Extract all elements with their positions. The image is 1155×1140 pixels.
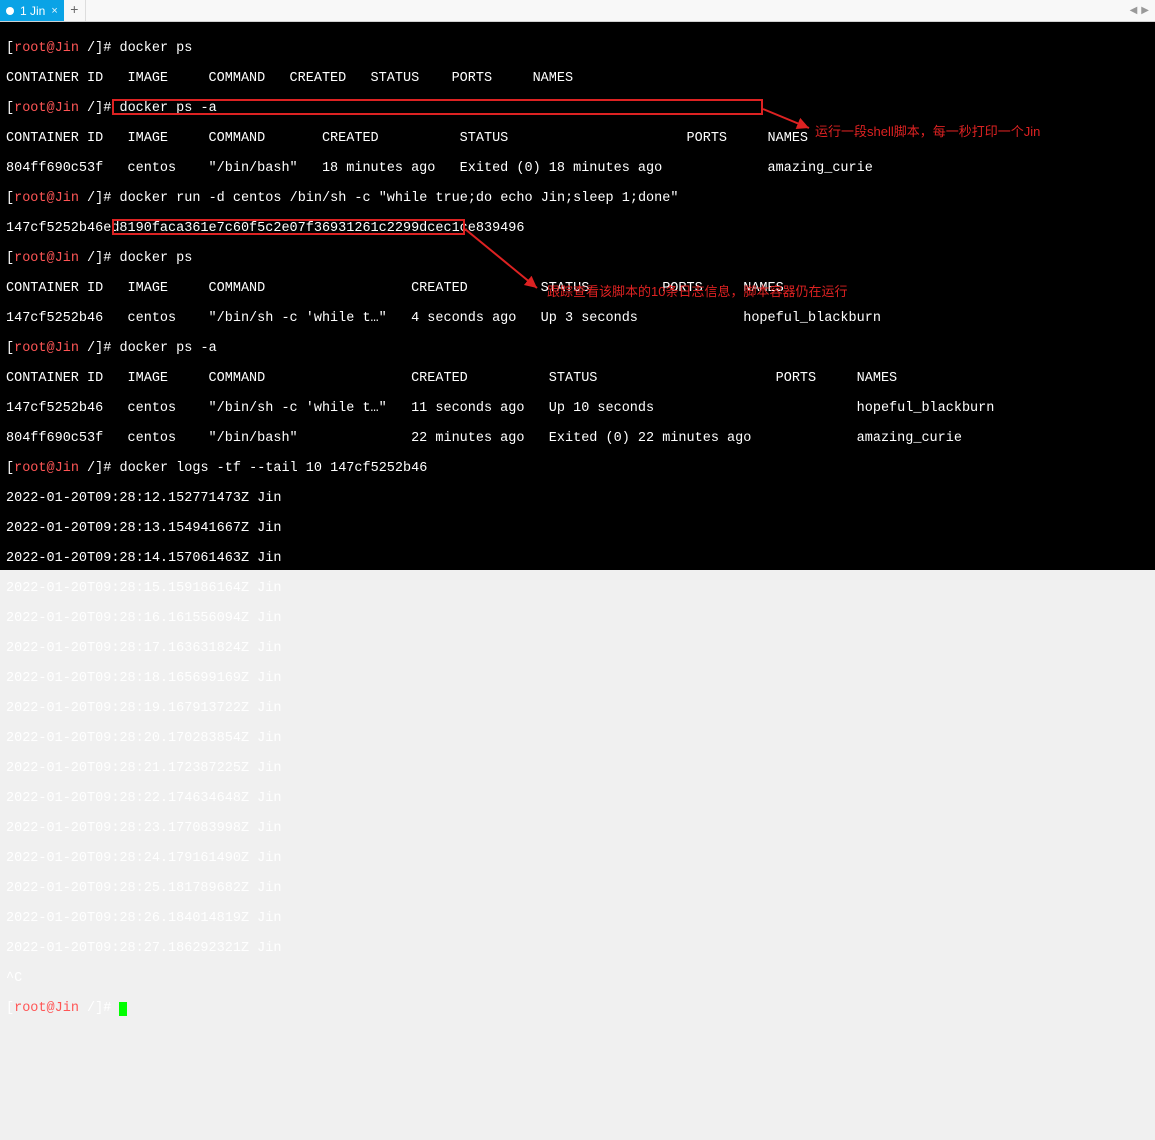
- tab-label: 1 Jin: [20, 4, 45, 18]
- psa-row: 147cf5252b46 centos "/bin/sh -c 'while t…: [6, 401, 1149, 416]
- ctrl-c: ^C: [6, 971, 1149, 986]
- prompt-line: [root@Jin /]# docker run -d centos /bin/…: [6, 191, 1149, 206]
- tab-bar: 1 Jin × + ◀ ▶: [0, 0, 1155, 22]
- psa-row: 804ff690c53f centos "/bin/bash" 18 minut…: [6, 161, 1149, 176]
- prompt-line: [root@Jin /]# docker ps: [6, 41, 1149, 56]
- run-output: 147cf5252b46ed8190faca361e7c60f5c2e07f36…: [6, 221, 1149, 236]
- tab-overflow: ◀ ▶: [1130, 0, 1155, 21]
- plus-icon: +: [70, 3, 78, 19]
- ps-row: 147cf5252b46 centos "/bin/sh -c 'while t…: [6, 311, 1149, 326]
- ps-header: CONTAINER ID IMAGE COMMAND CREATED STATU…: [6, 71, 1149, 86]
- tab-session-1[interactable]: 1 Jin ×: [0, 0, 64, 21]
- prompt-line: [root@Jin /]#: [6, 1001, 1149, 1016]
- psa-row: 804ff690c53f centos "/bin/bash" 22 minut…: [6, 431, 1149, 446]
- log-line: 2022-01-20T09:28:27.186292321Z Jin: [6, 941, 1149, 956]
- chevron-right-icon[interactable]: ▶: [1141, 5, 1149, 17]
- log-line: 2022-01-20T09:28:18.165699169Z Jin: [6, 671, 1149, 686]
- log-line: 2022-01-20T09:28:22.174634648Z Jin: [6, 791, 1149, 806]
- annotation-1: 运行一段shell脚本，每一秒打印一个Jin: [815, 124, 1040, 139]
- prompt-line: [root@Jin /]# docker ps: [6, 251, 1149, 266]
- log-line: 2022-01-20T09:28:19.167913722Z Jin: [6, 701, 1149, 716]
- log-line: 2022-01-20T09:28:14.157061463Z Jin: [6, 551, 1149, 566]
- close-icon[interactable]: ×: [51, 5, 57, 17]
- log-line: 2022-01-20T09:28:16.161556094Z Jin: [6, 611, 1149, 626]
- log-line: 2022-01-20T09:28:25.181789682Z Jin: [6, 881, 1149, 896]
- prompt-line: [root@Jin /]# docker ps -a: [6, 341, 1149, 356]
- log-line: 2022-01-20T09:28:12.152771473Z Jin: [6, 491, 1149, 506]
- annotation-2: 跟踪查看该脚本的10条日志信息，脚本容器仍在运行: [547, 284, 847, 299]
- log-line: 2022-01-20T09:28:17.163631824Z Jin: [6, 641, 1149, 656]
- log-line: 2022-01-20T09:28:23.177083998Z Jin: [6, 821, 1149, 836]
- log-line: 2022-01-20T09:28:21.172387225Z Jin: [6, 761, 1149, 776]
- status-dot-icon: [6, 7, 14, 15]
- cursor: [119, 1002, 127, 1016]
- chevron-left-icon[interactable]: ◀: [1130, 5, 1138, 17]
- new-tab-button[interactable]: +: [64, 0, 86, 21]
- log-line: 2022-01-20T09:28:26.184014819Z Jin: [6, 911, 1149, 926]
- psa-header: CONTAINER ID IMAGE COMMAND CREATED STATU…: [6, 371, 1149, 386]
- log-line: 2022-01-20T09:28:13.154941667Z Jin: [6, 521, 1149, 536]
- prompt-line: [root@Jin /]# docker ps -a: [6, 101, 1149, 116]
- log-line: 2022-01-20T09:28:15.159186164Z Jin: [6, 581, 1149, 596]
- log-line: 2022-01-20T09:28:24.179161490Z Jin: [6, 851, 1149, 866]
- terminal-pane[interactable]: [root@Jin /]# docker ps CONTAINER ID IMA…: [0, 22, 1155, 570]
- log-line: 2022-01-20T09:28:20.170283854Z Jin: [6, 731, 1149, 746]
- prompt-line: [root@Jin /]# docker logs -tf --tail 10 …: [6, 461, 1149, 476]
